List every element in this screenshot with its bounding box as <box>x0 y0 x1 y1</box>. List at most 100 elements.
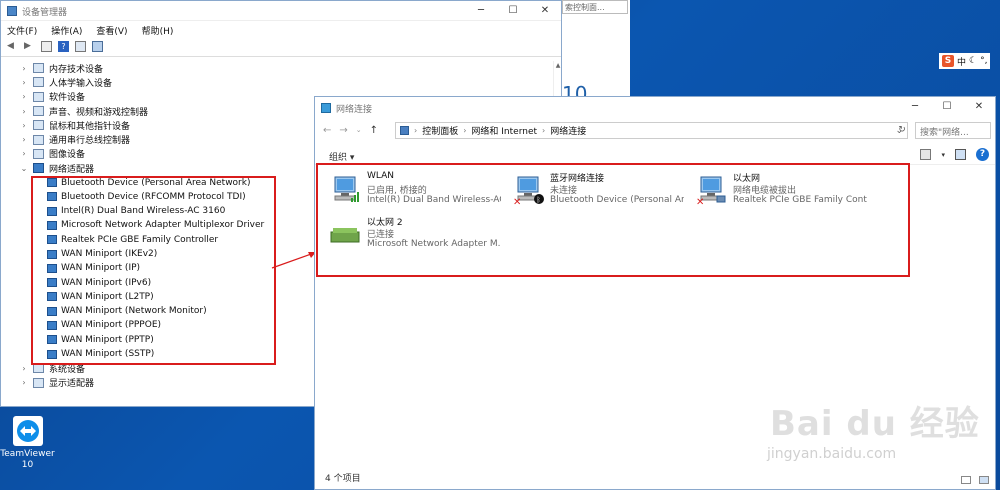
properties-icon[interactable] <box>41 41 52 52</box>
chevron-right-icon[interactable]: › <box>19 378 29 387</box>
connection-item[interactable]: WLAN 已启用, 桥接的 Intel(R) Dual Band Wireless-… <box>329 171 509 211</box>
control-panel-icon <box>400 126 409 135</box>
breadcrumb-control-panel[interactable]: 控制面板 <box>422 124 458 137</box>
chevron-right-icon[interactable]: › <box>19 364 29 373</box>
device-manager-titlebar[interactable]: 设备管理器 ─ ☐ ✕ <box>1 1 561 21</box>
refresh-icon[interactable]: ↻ <box>895 122 909 139</box>
tree-category-label: 软件设备 <box>49 93 86 104</box>
connection-item[interactable]: ✕ 以太网 网络电缆被拔出 Realtek PCIe GBE Family Contr… <box>695 171 875 211</box>
breadcrumb-network-internet[interactable]: 网络和 Internet <box>471 124 537 137</box>
watermark-url: jingyan.baidu.com <box>767 446 897 462</box>
wifi-pc-icon <box>334 176 359 202</box>
teamviewer-icon <box>12 416 43 446</box>
details-view-icon[interactable] <box>961 476 971 484</box>
tree-category-label: 内存技术设备 <box>49 64 104 75</box>
network-connections-titlebar[interactable]: 网络连接 ─ ☐ ✕ <box>315 97 995 119</box>
connection-device: Intel(R) Dual Band Wireless-AC... <box>367 195 501 205</box>
chevron-right-icon[interactable]: › <box>19 64 29 73</box>
scroll-up-icon[interactable]: ▲ <box>554 62 562 69</box>
connection-item[interactable]: 以太网 2 已连接 Microsoft Network Adapter M... <box>329 215 509 255</box>
preview-pane-icon[interactable] <box>955 149 966 160</box>
breadcrumb-separator: › <box>414 126 418 135</box>
bridge-icon <box>330 228 360 243</box>
ime-moon-icon[interactable]: ☾ <box>969 56 977 66</box>
tree-category-label: 通用串行总线控制器 <box>49 136 131 147</box>
connection-device: Realtek PCIe GBE Family Contr... <box>733 195 867 205</box>
maximize-button[interactable]: ☐ <box>497 1 529 20</box>
change-view-icon[interactable] <box>920 149 932 160</box>
device-category-icon <box>33 63 44 74</box>
pointer-arrow <box>271 252 316 269</box>
minimize-button[interactable]: ─ <box>899 97 931 116</box>
back-arrow-icon[interactable]: ← <box>323 125 331 136</box>
up-arrow-icon[interactable]: ↑ <box>370 125 378 136</box>
close-button[interactable]: ✕ <box>963 97 995 116</box>
svg-text:ᛒ: ᛒ <box>537 196 541 204</box>
network-connections-icon <box>321 103 331 113</box>
device-category-icon <box>33 106 44 117</box>
chevron-right-icon[interactable]: › <box>19 78 29 87</box>
organize-button[interactable]: 组织 ▾ <box>329 150 354 163</box>
chevron-down-icon[interactable]: ⌄ <box>19 164 29 173</box>
forward-icon[interactable]: ▶ <box>24 41 35 52</box>
help-icon[interactable]: ? <box>976 148 989 161</box>
back-icon[interactable]: ◀ <box>7 41 18 52</box>
menu-view[interactable]: 查看(V) <box>96 24 127 37</box>
watermark: Bai du 经验 <box>770 404 980 444</box>
device-category-icon <box>33 377 44 388</box>
tree-category-item-0[interactable]: › 内存技术设备 <box>1 61 553 75</box>
background-search-field[interactable]: 索控制面... <box>562 0 628 14</box>
toolbar: ◀ ▶ ? <box>1 37 561 57</box>
tree-category-label: 声音、视频和游戏控制器 <box>49 107 149 118</box>
large-icons-view-icon[interactable] <box>979 476 989 484</box>
teamviewer-label-2: 10 <box>21 460 34 470</box>
device-category-icon <box>33 91 44 102</box>
tree-category-label: 显示适配器 <box>49 379 95 390</box>
device-category-icon <box>33 120 44 131</box>
teamviewer-desktop-icon[interactable]: TeamViewer 10 <box>0 416 55 471</box>
search-input[interactable]: 搜索"网络... <box>915 122 991 139</box>
chevron-right-icon[interactable]: › <box>19 121 29 130</box>
address-bar[interactable]: › 控制面板 › 网络和 Internet › 网络连接 ⌄ <box>395 122 908 139</box>
tree-category-label: 人体学输入设备 <box>49 78 113 89</box>
view-dropdown-icon[interactable]: ▾ <box>941 151 945 159</box>
tree-category-item-1[interactable]: › 人体学输入设备 <box>1 75 553 89</box>
item-count: 4 个项目 <box>325 474 361 484</box>
connection-device: Microsoft Network Adapter M... <box>367 239 501 249</box>
svg-text:✕: ✕ <box>513 197 521 206</box>
network-adapter-icon <box>33 163 44 174</box>
close-button[interactable]: ✕ <box>529 1 561 20</box>
minimize-button[interactable]: ─ <box>465 1 497 20</box>
bluetooth-pc-icon: ✕ ᛒ <box>513 176 544 206</box>
device-manager-title: 设备管理器 <box>22 8 68 18</box>
maximize-button[interactable]: ☐ <box>931 97 963 116</box>
teamviewer-label-1: TeamViewer <box>0 449 55 459</box>
ime-punctuation-icon[interactable]: °, <box>980 56 987 66</box>
ime-toolbar[interactable]: S 中 ☾ °, <box>939 53 991 69</box>
chevron-right-icon[interactable]: › <box>19 135 29 144</box>
recent-dropdown-icon[interactable]: ⌄ <box>356 126 362 134</box>
scan-hardware-icon[interactable] <box>75 41 86 52</box>
connection-device: Bluetooth Device (Personal Ar... <box>550 195 684 205</box>
menu-file[interactable]: 文件(F) <box>7 24 37 37</box>
device-category-icon <box>33 134 44 145</box>
sogou-icon[interactable]: S <box>942 55 954 67</box>
monitor-icon[interactable] <box>92 41 103 52</box>
menu-bar: 文件(F) 操作(A) 查看(V) 帮助(H) <box>1 21 561 37</box>
chevron-right-icon[interactable]: › <box>19 92 29 101</box>
tree-category-label: 网络适配器 <box>49 164 95 175</box>
forward-arrow-icon[interactable]: → <box>339 125 347 136</box>
chevron-right-icon[interactable]: › <box>19 107 29 116</box>
help-icon[interactable]: ? <box>58 41 69 52</box>
command-bar: 组织 ▾ ▾ ? <box>315 145 995 165</box>
network-connections-title: 网络连接 <box>336 105 373 115</box>
ethernet-pc-icon: ✕ <box>696 176 726 206</box>
chevron-right-icon[interactable]: › <box>19 149 29 158</box>
connection-item[interactable]: ✕ ᛒ 蓝牙网络连接 未连接 Bluetooth Device (Personal Ar… <box>512 171 692 211</box>
breadcrumb-separator: › <box>542 126 546 135</box>
menu-action[interactable]: 操作(A) <box>51 24 82 37</box>
menu-help[interactable]: 帮助(H) <box>142 24 174 37</box>
ime-language-label[interactable]: 中 <box>957 55 966 68</box>
breadcrumb-network-connections[interactable]: 网络连接 <box>550 124 586 137</box>
device-manager-icon <box>7 6 17 16</box>
